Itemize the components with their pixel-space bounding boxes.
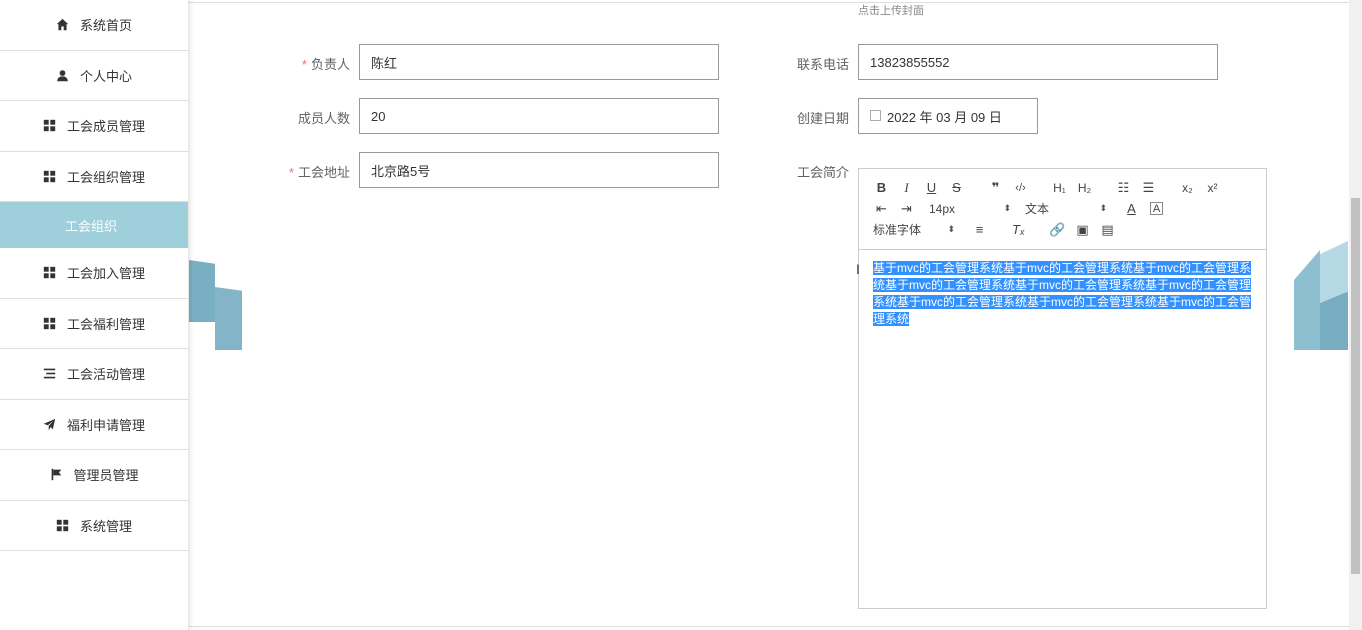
sidebar-item-label: 工会成员管理 — [66, 119, 145, 135]
strike-icon[interactable]: S — [944, 178, 969, 198]
sidebar-item-label: 工会福利管理 — [66, 316, 145, 332]
sidebar-subitem-union-org[interactable]: 工会组织 — [0, 202, 188, 248]
grid-icon — [43, 316, 57, 330]
label-phone: 联系电话 — [796, 57, 849, 72]
address-input[interactable]: 北京路5号 — [359, 152, 719, 188]
label-intro: 工会简介 — [796, 165, 849, 180]
font-size-select[interactable]: 14px ⬍ — [925, 202, 1015, 216]
home-icon — [56, 18, 70, 32]
sidebar-item-apply[interactable]: 福利申请管理 — [0, 399, 188, 450]
grid-icon — [43, 266, 57, 280]
italic-icon[interactable]: I — [894, 178, 919, 198]
calendar-icon — [870, 109, 881, 121]
indent-increase-icon[interactable]: ⇥ — [894, 199, 919, 219]
sidebar-item-label: 管理员管理 — [73, 468, 139, 484]
sidebar-item-label: 工会活动管理 — [66, 367, 145, 383]
image-icon[interactable]: ▣ — [1070, 220, 1095, 240]
background-color-icon[interactable]: A — [1150, 202, 1163, 215]
align-icon[interactable]: ≡ — [967, 220, 992, 240]
select-arrow-icon: ⬍ — [1099, 203, 1107, 213]
flag-icon — [49, 468, 63, 482]
bold-icon[interactable]: B — [869, 178, 894, 198]
grid-icon — [43, 119, 57, 133]
decor-shape — [1294, 250, 1320, 350]
clear-format-icon[interactable]: Tₓ — [1006, 220, 1031, 240]
select-arrow-icon: ⬍ — [947, 224, 955, 234]
sidebar-item-admin[interactable]: 管理员管理 — [0, 450, 188, 501]
upload-cover-hint[interactable]: 点击上传封面 — [858, 2, 924, 18]
sidebar-item-home[interactable]: 系统首页 — [0, 0, 188, 51]
video-icon[interactable]: ▤ — [1095, 220, 1120, 240]
sidebar-item-profile[interactable]: 个人中心 — [0, 50, 188, 101]
label-members: 成员人数 — [297, 111, 350, 126]
sidebar-item-label: 系统首页 — [79, 18, 132, 34]
sidebar-item-welfare[interactable]: 工会福利管理 — [0, 298, 188, 349]
indent-decrease-icon[interactable]: ⇤ — [869, 199, 894, 219]
label-date: 创建日期 — [796, 111, 849, 126]
select-arrow-icon: ⬍ — [1003, 203, 1011, 213]
grid-icon — [56, 518, 70, 532]
link-icon[interactable]: 🔗 — [1045, 220, 1070, 240]
editor-toolbar: B I U S ❞ ‹/› H₁ H₂ ☷ ☰ x₂ x² ⇤ ⇥ 14px ⬍ … — [859, 169, 1266, 250]
label-fuzeren: * 负责人 — [301, 57, 350, 72]
header2-icon[interactable]: H₂ — [1072, 178, 1097, 198]
sidebar-item-organization[interactable]: 工会组织管理 — [0, 151, 188, 202]
top-divider — [0, 2, 1350, 3]
header-select[interactable]: 文本 ⬍ — [1021, 200, 1111, 217]
scrollbar-thumb[interactable] — [1351, 198, 1360, 574]
sidebar-item-members[interactable]: 工会成员管理 — [0, 101, 188, 152]
editor-content[interactable]: 基于mvc的工会管理系统基于mvc的工会管理系统基于mvc的工会管理系统基于mv… — [859, 250, 1266, 338]
date-value: 2022 年 03 月 09 日 — [887, 109, 1002, 125]
sidebar-item-label: 个人中心 — [79, 68, 132, 84]
font-color-icon[interactable]: A — [1119, 199, 1144, 219]
user-icon — [56, 68, 70, 82]
font-family-select[interactable]: 标准字体 ⬍ — [869, 221, 959, 238]
sidebar-item-label: 福利申请管理 — [66, 417, 145, 433]
members-input[interactable]: 20 — [359, 98, 719, 134]
superscript-icon[interactable]: x² — [1200, 178, 1225, 198]
required-mark: * — [288, 165, 294, 180]
sidebar: 系统首页 个人中心 工会成员管理 工会组织管理 工会组织 工会加入管理 工会福利… — [0, 0, 189, 630]
ordered-list-icon[interactable]: ☷ — [1111, 178, 1136, 198]
sidebar-item-join[interactable]: 工会加入管理 — [0, 248, 188, 299]
header1-icon[interactable]: H₁ — [1047, 178, 1072, 198]
scrollbar[interactable] — [1349, 0, 1362, 630]
fuzeren-input[interactable]: 陈红 — [359, 44, 719, 80]
text-cursor-icon: I — [856, 261, 860, 277]
blockquote-icon[interactable]: ❞ — [983, 178, 1008, 198]
required-mark: * — [301, 57, 307, 72]
subscript-icon[interactable]: x₂ — [1175, 178, 1200, 198]
selected-text: 基于mvc的工会管理系统基于mvc的工会管理系统基于mvc的工会管理系统基于mv… — [873, 261, 1251, 326]
code-block-icon[interactable]: ‹/› — [1008, 178, 1033, 198]
sidebar-item-activity[interactable]: 工会活动管理 — [0, 349, 188, 400]
sidebar-item-system[interactable]: 系统管理 — [0, 500, 188, 551]
rich-text-editor: B I U S ❞ ‹/› H₁ H₂ ☷ ☰ x₂ x² ⇤ ⇥ 14px ⬍ … — [858, 168, 1267, 609]
bottom-divider — [0, 626, 1350, 630]
send-icon — [43, 417, 57, 431]
date-picker[interactable]: 2022 年 03 月 09 日 — [858, 98, 1038, 134]
phone-input[interactable]: 13823855552 — [858, 44, 1218, 80]
grid-icon — [43, 169, 57, 183]
underline-icon[interactable]: U — [919, 178, 944, 198]
label-address: * 工会地址 — [288, 165, 350, 180]
sidebar-item-label: 工会加入管理 — [66, 266, 145, 282]
decor-shape — [215, 287, 242, 350]
sidebar-item-label: 系统管理 — [79, 518, 132, 534]
decor-shape — [189, 260, 215, 322]
sidebar-item-label: 工会组织管理 — [66, 169, 145, 185]
bullet-list-icon[interactable]: ☰ — [1136, 178, 1161, 198]
list-icon — [43, 367, 57, 381]
